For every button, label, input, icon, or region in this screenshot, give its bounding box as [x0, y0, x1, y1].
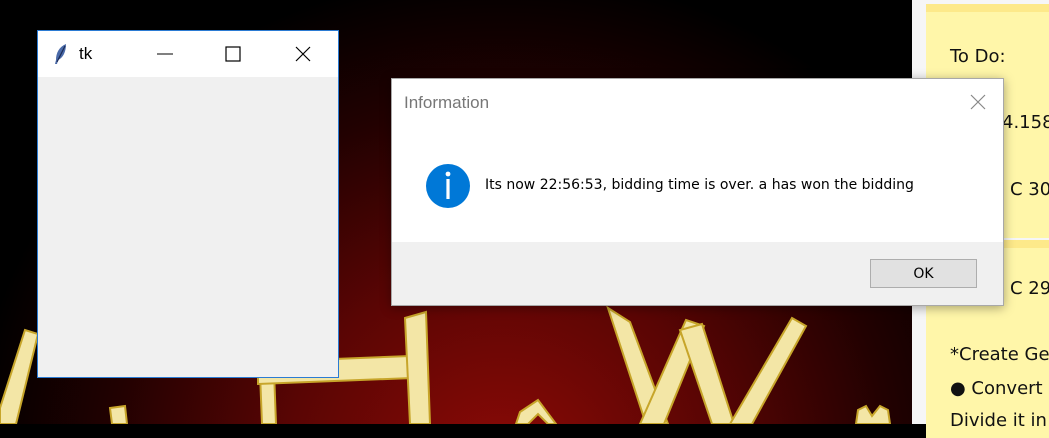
- note-line: C 300: [1010, 179, 1049, 200]
- note-line: *Create Ge: [950, 344, 1049, 365]
- minimize-button[interactable]: [142, 31, 188, 77]
- info-icon: [425, 163, 471, 209]
- note-line: C 291: [1010, 278, 1049, 299]
- close-icon: [295, 46, 311, 62]
- feather-icon: [54, 43, 68, 65]
- note-line: ● Convert: [950, 378, 1043, 399]
- tk-client-area: [38, 77, 338, 377]
- maximize-icon: [225, 46, 241, 62]
- dialog-footer: OK: [392, 242, 1003, 305]
- note-line: 4.158: [1002, 112, 1049, 133]
- information-dialog[interactable]: Information Its now 22:56:53, bidding ti…: [391, 78, 1004, 306]
- ok-button[interactable]: OK: [870, 259, 977, 288]
- tk-window[interactable]: tk: [37, 30, 339, 378]
- dialog-close-button[interactable]: [962, 89, 994, 115]
- note-line: Divide it in: [950, 410, 1047, 431]
- maximize-button[interactable]: [210, 31, 256, 77]
- close-icon: [970, 94, 986, 110]
- note-line: To Do:: [950, 46, 1006, 67]
- close-button[interactable]: [280, 31, 326, 77]
- tk-title-bar[interactable]: tk: [38, 31, 338, 77]
- minimize-icon: [157, 53, 173, 55]
- window-title: tk: [79, 44, 93, 63]
- dialog-title: Information: [404, 93, 490, 112]
- dialog-message: Its now 22:56:53, bidding time is over. …: [485, 177, 914, 193]
